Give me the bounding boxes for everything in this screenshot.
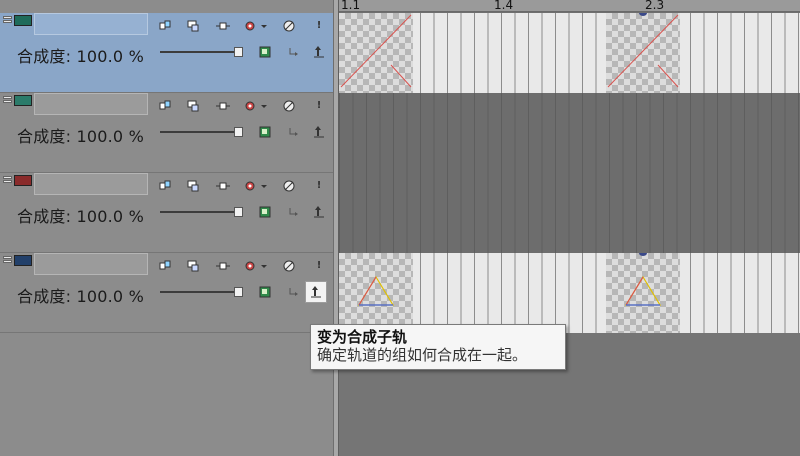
- ruler-label: 2.3: [645, 0, 665, 12]
- motion-icon[interactable]: [216, 99, 230, 113]
- solo-icon[interactable]: [282, 179, 296, 193]
- video-event-lane-4[interactable]: [339, 253, 800, 333]
- track-name-field[interactable]: [34, 93, 148, 115]
- track-list-panel: ! 合成度: 100.0 % ! 合成度: 100.0 % ! 合成度: 100: [0, 0, 333, 456]
- ruler-label: 1.1: [341, 0, 361, 12]
- bypass-fx-icon[interactable]: [186, 179, 200, 193]
- compositing-mode-icon[interactable]: [258, 205, 272, 219]
- empty-track-lane-3[interactable]: [339, 173, 800, 253]
- compositing-slider[interactable]: [160, 287, 243, 297]
- make-compositing-child-icon[interactable]: [286, 45, 300, 59]
- gear-icon[interactable]: [244, 99, 268, 113]
- video-thumbnail: [606, 253, 680, 333]
- empty-track-lane-2[interactable]: [339, 93, 800, 173]
- compositing-mode-icon[interactable]: [258, 45, 272, 59]
- compositing-slider[interactable]: [160, 127, 243, 137]
- make-compositing-child-icon[interactable]: [286, 205, 300, 219]
- gear-icon[interactable]: [244, 259, 268, 273]
- info-icon[interactable]: !: [312, 99, 326, 113]
- compositing-mode-icon[interactable]: [258, 285, 272, 299]
- track-expand-icon[interactable]: [3, 255, 12, 265]
- bypass-fx-icon[interactable]: [186, 19, 200, 33]
- track-name-field[interactable]: [34, 13, 148, 35]
- video-thumbnail: [606, 13, 680, 93]
- track-name-field[interactable]: [34, 173, 148, 195]
- compositing-slider[interactable]: [160, 207, 243, 217]
- make-compositing-child-icon[interactable]: [286, 125, 300, 139]
- solo-icon[interactable]: [282, 259, 296, 273]
- compositing-slider[interactable]: [160, 47, 243, 57]
- track-header-1[interactable]: ! 合成度: 100.0 %: [0, 13, 333, 93]
- track-header-3[interactable]: ! 合成度: 100.0 %: [0, 173, 333, 253]
- compositing-level-label: 合成度: 100.0 %: [17, 287, 144, 306]
- compositing-level-label: 合成度: 100.0 %: [17, 47, 144, 66]
- track-name-field[interactable]: [34, 253, 148, 275]
- track-header-2[interactable]: ! 合成度: 100.0 %: [0, 93, 333, 173]
- timeline-area[interactable]: 1.1 1.4 2.3: [339, 0, 800, 456]
- mute-icon[interactable]: [158, 179, 172, 193]
- make-compositing-parent-icon[interactable]: [312, 125, 326, 139]
- track-video-icon: [14, 15, 32, 26]
- time-ruler[interactable]: 1.1 1.4 2.3: [339, 0, 800, 12]
- track-expand-icon[interactable]: [3, 95, 12, 105]
- track-expand-icon[interactable]: [3, 175, 12, 185]
- solo-icon[interactable]: [282, 99, 296, 113]
- info-icon[interactable]: !: [312, 259, 326, 273]
- mute-icon[interactable]: [158, 259, 172, 273]
- tooltip-description: 确定轨道的组如何合成在一起。: [317, 346, 528, 364]
- make-compositing-parent-icon[interactable]: [305, 281, 327, 303]
- track-header-4[interactable]: ! 合成度: 100.0 %: [0, 253, 333, 333]
- info-icon[interactable]: !: [312, 179, 326, 193]
- bypass-fx-icon[interactable]: [186, 259, 200, 273]
- motion-icon[interactable]: [216, 179, 230, 193]
- gear-icon[interactable]: [244, 19, 268, 33]
- video-event-lane-1[interactable]: [339, 13, 800, 93]
- bypass-fx-icon[interactable]: [186, 99, 200, 113]
- tooltip-title: 变为合成子轨: [317, 328, 408, 346]
- make-compositing-parent-icon[interactable]: [312, 205, 326, 219]
- video-thumbnail: [339, 253, 413, 333]
- gear-icon[interactable]: [244, 179, 268, 193]
- solo-icon[interactable]: [282, 19, 296, 33]
- track-expand-icon[interactable]: [3, 15, 12, 25]
- track-undo-icon: [14, 175, 32, 186]
- motion-icon[interactable]: [216, 259, 230, 273]
- compositing-mode-icon[interactable]: [258, 125, 272, 139]
- track-video-icon: [14, 255, 32, 266]
- motion-icon[interactable]: [216, 19, 230, 33]
- track-video-icon: [14, 95, 32, 106]
- compositing-level-label: 合成度: 100.0 %: [17, 207, 144, 226]
- compositing-level-label: 合成度: 100.0 %: [17, 127, 144, 146]
- mute-icon[interactable]: [158, 19, 172, 33]
- mute-icon[interactable]: [158, 99, 172, 113]
- video-thumbnail: [339, 13, 413, 93]
- make-compositing-parent-icon[interactable]: [312, 45, 326, 59]
- tooltip: 变为合成子轨 确定轨道的组如何合成在一起。: [310, 324, 566, 370]
- make-compositing-child-icon[interactable]: [286, 285, 300, 299]
- ruler-label: 1.4: [494, 0, 514, 12]
- info-icon[interactable]: !: [312, 19, 326, 33]
